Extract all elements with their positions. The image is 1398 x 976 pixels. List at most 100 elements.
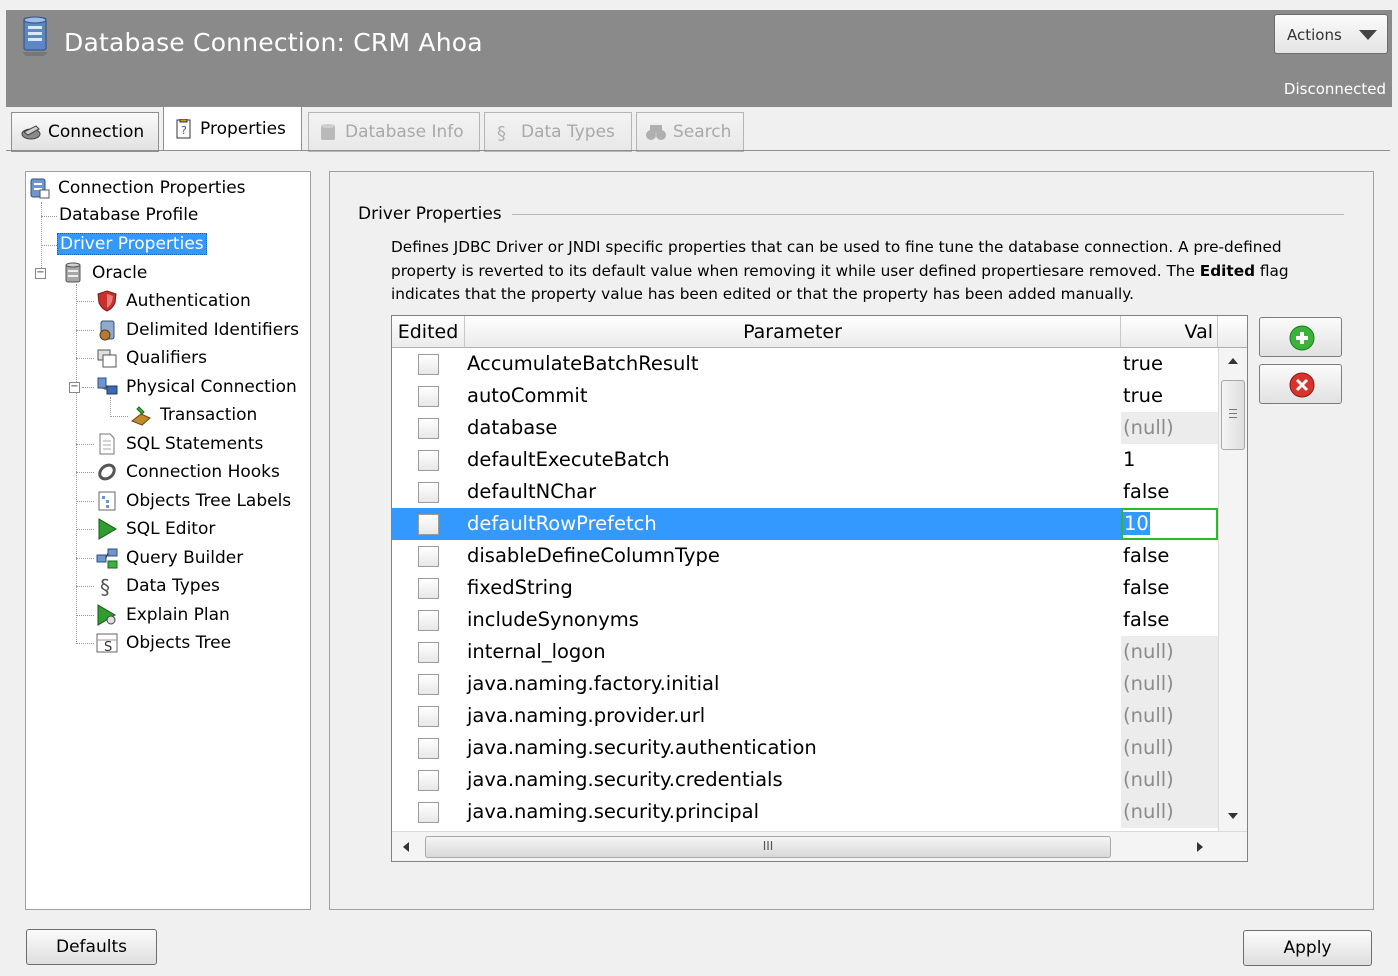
column-header-value[interactable]: Val — [1121, 316, 1218, 348]
table-row[interactable]: includeSynonyms false — [392, 604, 1218, 636]
table-row[interactable]: internal_logon (null) — [392, 636, 1218, 668]
edited-checkbox[interactable] — [418, 642, 439, 663]
value-text[interactable]: 10 — [1123, 512, 1150, 535]
parameter-cell[interactable]: defaultExecuteBatch — [467, 448, 670, 471]
edited-checkbox[interactable] — [418, 514, 439, 535]
tree-item-objects-tree[interactable]: S Objects Tree — [96, 632, 233, 654]
edited-checkbox[interactable] — [418, 770, 439, 791]
tab-data-types[interactable]: § Data Types — [484, 112, 632, 152]
table-row[interactable]: AccumulateBatchResult true — [392, 348, 1218, 380]
tree-item-driver-properties[interactable]: Driver Properties — [57, 233, 207, 255]
value-text[interactable]: (null) — [1123, 704, 1174, 727]
tab-search[interactable]: Search — [636, 112, 744, 152]
column-header-parameter[interactable]: Parameter — [465, 316, 1121, 348]
edited-checkbox[interactable] — [418, 450, 439, 471]
parameter-cell[interactable]: defaultRowPrefetch — [467, 512, 657, 535]
tree-item-connection-properties[interactable]: Connection Properties — [28, 177, 248, 199]
tree-item-sql-editor[interactable]: SQL Editor — [96, 518, 217, 540]
edited-checkbox[interactable] — [418, 546, 439, 567]
table-row[interactable]: java.naming.security.principal (null) — [392, 796, 1218, 828]
scroll-thumb[interactable]: III — [425, 836, 1111, 858]
vertical-scrollbar[interactable] — [1218, 348, 1247, 831]
table-row[interactable]: defaultExecuteBatch 1 — [392, 444, 1218, 476]
tree-item-database-profile[interactable]: Database Profile — [57, 205, 200, 225]
table-row[interactable]: defaultRowPrefetch 10 — [392, 508, 1218, 540]
edited-checkbox[interactable] — [418, 674, 439, 695]
tab-connection[interactable]: Connection — [11, 112, 159, 152]
table-row[interactable]: database (null) — [392, 412, 1218, 444]
value-text[interactable]: false — [1123, 608, 1169, 631]
table-row[interactable]: fixedString false — [392, 572, 1218, 604]
scroll-up-arrow-icon[interactable] — [1228, 358, 1238, 364]
tab-properties[interactable]: ? Properties — [163, 106, 302, 150]
parameter-cell[interactable]: java.naming.security.credentials — [467, 768, 783, 791]
parameter-cell[interactable]: fixedString — [467, 576, 573, 599]
table-row[interactable]: defaultNChar false — [392, 476, 1218, 508]
tree-item-objects-tree-labels[interactable]: Objects Tree Labels — [96, 490, 293, 512]
table-row[interactable]: java.naming.provider.url (null) — [392, 700, 1218, 732]
parameter-cell[interactable]: java.naming.provider.url — [467, 704, 705, 727]
edited-checkbox[interactable] — [418, 354, 439, 375]
value-cell[interactable] — [1121, 444, 1218, 476]
table-row[interactable]: java.naming.security.authentication (null… — [392, 732, 1218, 764]
collapse-toggle[interactable]: − — [35, 268, 46, 279]
scroll-right-arrow-icon[interactable] — [1197, 842, 1203, 852]
table-row[interactable]: java.naming.factory.initial (null) — [392, 668, 1218, 700]
parameter-cell[interactable]: database — [467, 416, 557, 439]
tree-item-explain-plan[interactable]: Explain Plan — [96, 604, 232, 626]
value-text[interactable]: false — [1123, 576, 1169, 599]
parameter-cell[interactable]: AccumulateBatchResult — [467, 352, 698, 375]
table-row[interactable]: disableDefineColumnType false — [392, 540, 1218, 572]
edited-checkbox[interactable] — [418, 482, 439, 503]
value-text[interactable]: false — [1123, 544, 1169, 567]
tree-item-delimited-identifiers[interactable]: Delimited Identifiers — [96, 319, 301, 341]
value-text[interactable]: (null) — [1123, 800, 1174, 823]
edited-checkbox[interactable] — [418, 738, 439, 759]
tree-item-authentication[interactable]: Authentication — [96, 290, 253, 312]
edited-checkbox[interactable] — [418, 418, 439, 439]
parameter-cell[interactable]: includeSynonyms — [467, 608, 639, 631]
value-text[interactable]: false — [1123, 480, 1169, 503]
parameter-cell[interactable]: internal_logon — [467, 640, 606, 663]
tree-item-oracle[interactable]: Oracle — [62, 262, 149, 284]
tree-item-transaction[interactable]: Transaction — [130, 404, 259, 426]
tree-item-data-types[interactable]: § Data Types — [96, 575, 222, 597]
scroll-left-arrow-icon[interactable] — [403, 842, 409, 852]
edited-checkbox[interactable] — [418, 706, 439, 727]
value-text[interactable]: (null) — [1123, 672, 1174, 695]
parameter-cell[interactable]: defaultNChar — [467, 480, 596, 503]
tree-item-query-builder[interactable]: Query Builder — [96, 547, 245, 569]
edited-checkbox[interactable] — [418, 386, 439, 407]
value-text[interactable]: true — [1123, 384, 1163, 407]
value-text[interactable]: 1 — [1123, 448, 1135, 471]
tree-item-qualifiers[interactable]: Qualifiers — [96, 347, 209, 369]
defaults-button[interactable]: Defaults — [26, 929, 157, 965]
horizontal-scrollbar[interactable]: III — [392, 831, 1247, 861]
table-row[interactable]: java.naming.security.credentials (null) — [392, 764, 1218, 796]
column-header-edited[interactable]: Edited — [392, 316, 465, 348]
parameter-cell[interactable]: autoCommit — [467, 384, 588, 407]
apply-button[interactable]: Apply — [1243, 930, 1372, 966]
table-row[interactable]: autoCommit true — [392, 380, 1218, 412]
tree-item-sql-statements[interactable]: SQL Statements — [96, 433, 265, 455]
parameter-cell[interactable]: disableDefineColumnType — [467, 544, 720, 567]
tab-database-info[interactable]: Database Info — [308, 112, 480, 152]
edited-checkbox[interactable] — [418, 578, 439, 599]
tree-item-connection-hooks[interactable]: Connection Hooks — [96, 461, 282, 483]
collapse-toggle[interactable]: − — [69, 382, 80, 393]
value-text[interactable]: (null) — [1123, 640, 1174, 663]
value-text[interactable]: (null) — [1123, 736, 1174, 759]
tree-item-physical-connection[interactable]: Physical Connection — [96, 376, 299, 398]
actions-button[interactable]: Actions — [1274, 14, 1388, 54]
scroll-down-arrow-icon[interactable] — [1228, 813, 1238, 819]
value-text[interactable]: (null) — [1123, 768, 1174, 791]
add-property-button[interactable] — [1259, 317, 1342, 357]
parameter-cell[interactable]: java.naming.security.principal — [467, 800, 759, 823]
parameter-cell[interactable]: java.naming.factory.initial — [467, 672, 719, 695]
value-text[interactable]: (null) — [1123, 416, 1174, 439]
parameter-cell[interactable]: java.naming.security.authentication — [467, 736, 817, 759]
scroll-thumb[interactable] — [1221, 380, 1245, 450]
value-text[interactable]: true — [1123, 352, 1163, 375]
remove-property-button[interactable] — [1259, 364, 1342, 404]
edited-checkbox[interactable] — [418, 610, 439, 631]
